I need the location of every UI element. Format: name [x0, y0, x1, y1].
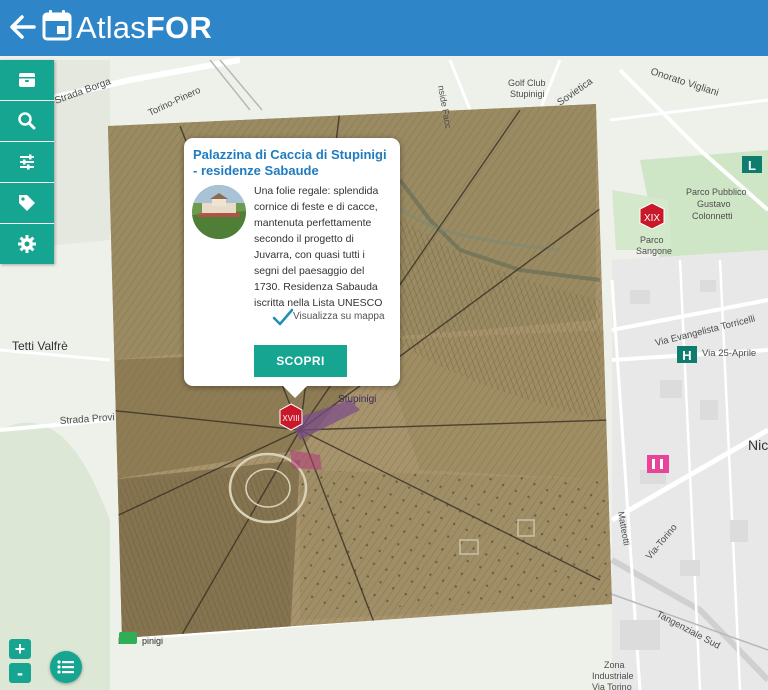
app-title-suffix: FOR — [145, 10, 212, 45]
back-arrow-icon[interactable] — [6, 10, 40, 44]
zoom-in-button[interactable]: + — [9, 639, 31, 659]
info-icon[interactable] — [647, 455, 669, 473]
app-title-prefix: Atlas — [76, 10, 146, 45]
l-badge[interactable]: L — [742, 156, 762, 173]
map-label: Parco Pubblico — [686, 187, 747, 197]
map-label: Colonnetti — [692, 211, 733, 221]
map-label: Zona — [604, 660, 625, 670]
tags-button[interactable] — [0, 183, 54, 224]
tag-icon — [19, 195, 35, 211]
app-title: AtlasFOR — [76, 8, 212, 48]
settings-button[interactable] — [0, 224, 54, 264]
map-label: Sangone — [636, 246, 672, 256]
marker-xix[interactable]: XIX — [639, 202, 665, 230]
marker-xviii[interactable]: XVIII — [279, 403, 303, 431]
app-header: AtlasFOR — [0, 0, 768, 56]
h-badge[interactable]: H — [677, 346, 697, 363]
poi-thumbnail[interactable] — [192, 185, 246, 239]
map-label: pinigi — [142, 636, 163, 646]
list-icon — [57, 660, 74, 674]
gear-icon — [18, 235, 36, 253]
bus-stop-icon[interactable] — [119, 632, 137, 644]
sliders-icon — [20, 154, 34, 170]
zoom-out-button[interactable]: - — [9, 663, 31, 683]
map-label: Stupinigi — [338, 394, 376, 405]
map-label: Golf Club — [508, 78, 546, 88]
map-label: Nic — [748, 437, 768, 453]
marker-label: XVIII — [282, 414, 299, 423]
map-label: Parco — [640, 235, 664, 245]
map-label: Tetti Valfrè — [12, 339, 68, 353]
map-label: Industriale — [592, 671, 634, 681]
marker-label: XIX — [644, 213, 660, 224]
search-button[interactable] — [0, 101, 54, 142]
popup-description: Una folie regale: splendida cornice di f… — [254, 185, 383, 309]
map-label: Via Torino — [592, 682, 632, 690]
calendar-icon — [42, 10, 72, 41]
discover-button[interactable]: SCOPRI — [254, 345, 347, 377]
poi-popup: Palazzina di Caccia di Stupinigi - resid… — [184, 138, 400, 398]
show-on-map-link[interactable]: Visualizza su mappa — [293, 311, 385, 322]
filter-button[interactable] — [0, 142, 54, 183]
search-icon — [18, 112, 36, 130]
map-label: Gustavo — [697, 199, 731, 209]
archive-box-icon — [19, 73, 35, 87]
map-label: Via 25-Aprile — [702, 348, 756, 359]
map-label: Stupinigi — [510, 89, 545, 99]
map-toolbar — [0, 60, 54, 264]
badge-label: L — [748, 158, 756, 173]
list-view-button[interactable] — [50, 651, 82, 683]
badge-label: H — [682, 348, 691, 363]
archive-button[interactable] — [0, 60, 54, 101]
popup-title: Palazzina di Caccia di Stupinigi - resid… — [193, 147, 387, 178]
checkmark-icon[interactable] — [272, 308, 294, 326]
